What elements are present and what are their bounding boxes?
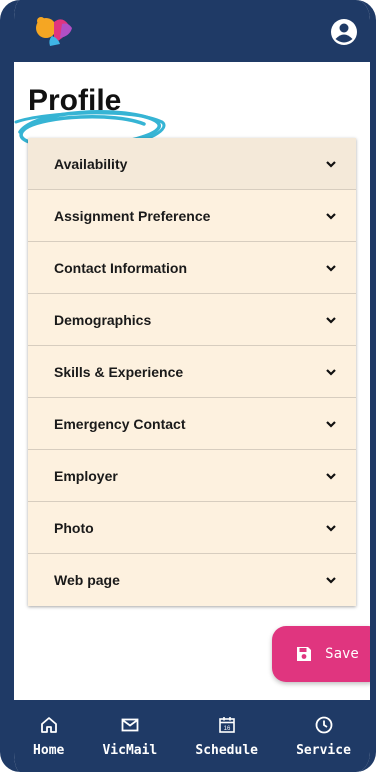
mail-icon	[121, 718, 139, 731]
calendar-day-number: 16	[223, 726, 230, 732]
chevron-down-icon	[326, 212, 336, 220]
nav-home-label: Home	[33, 742, 65, 758]
section-assignment-preference[interactable]: Assignment Preference	[28, 190, 356, 242]
bottom-navigation: Home VicMail 16 Schedule Service	[14, 700, 370, 772]
save-button-label: Save	[325, 646, 359, 662]
nav-service[interactable]: Service	[296, 715, 351, 758]
chevron-down-icon	[326, 264, 336, 272]
calendar-icon: 16	[218, 716, 235, 733]
nav-schedule-label: Schedule	[195, 742, 258, 758]
floppy-disk-icon	[297, 647, 312, 661]
chevron-down-icon	[326, 368, 336, 376]
section-label: Contact Information	[54, 259, 187, 276]
section-label: Availability	[54, 155, 128, 172]
section-label: Photo	[54, 519, 94, 536]
chevron-down-icon	[326, 160, 336, 168]
section-label: Demographics	[54, 311, 152, 328]
section-availability[interactable]: Availability	[28, 138, 356, 190]
phone-frame: Profile Availability Assignment Preferen…	[0, 0, 376, 772]
chevron-down-icon	[326, 577, 336, 584]
section-label: Emergency Contact	[54, 415, 186, 432]
account-circle-icon[interactable]	[330, 18, 358, 46]
clock-icon	[315, 716, 332, 733]
section-employer[interactable]: Employer	[28, 450, 356, 502]
chevron-down-icon	[326, 472, 336, 480]
section-skills-experience[interactable]: Skills & Experience	[28, 346, 356, 398]
nav-schedule[interactable]: 16 Schedule	[195, 715, 258, 758]
paw-heart-hands-icon[interactable]	[32, 14, 80, 48]
section-demographics[interactable]: Demographics	[28, 294, 356, 346]
nav-vicmail[interactable]: VicMail	[102, 715, 157, 758]
save-button[interactable]: Save	[272, 626, 370, 682]
nav-vicmail-label: VicMail	[102, 742, 158, 758]
section-web-page[interactable]: Web page	[28, 554, 356, 606]
chevron-down-icon	[326, 524, 336, 532]
top-app-bar	[14, 0, 370, 62]
profile-sections-accordion: Availability Assignment Preference Conta…	[28, 138, 356, 606]
section-photo[interactable]: Photo	[28, 502, 356, 554]
section-label: Employer	[54, 467, 118, 484]
nav-home[interactable]: Home	[33, 715, 64, 758]
section-label: Web page	[54, 572, 120, 588]
chevron-down-icon	[326, 316, 336, 324]
section-label: Skills & Experience	[54, 363, 184, 380]
section-contact-information[interactable]: Contact Information	[28, 242, 356, 294]
chevron-down-icon	[326, 420, 336, 428]
home-icon	[40, 716, 57, 733]
nav-service-label: Service	[296, 742, 351, 758]
section-label: Assignment Preference	[54, 207, 211, 224]
section-emergency-contact[interactable]: Emergency Contact	[28, 398, 356, 450]
